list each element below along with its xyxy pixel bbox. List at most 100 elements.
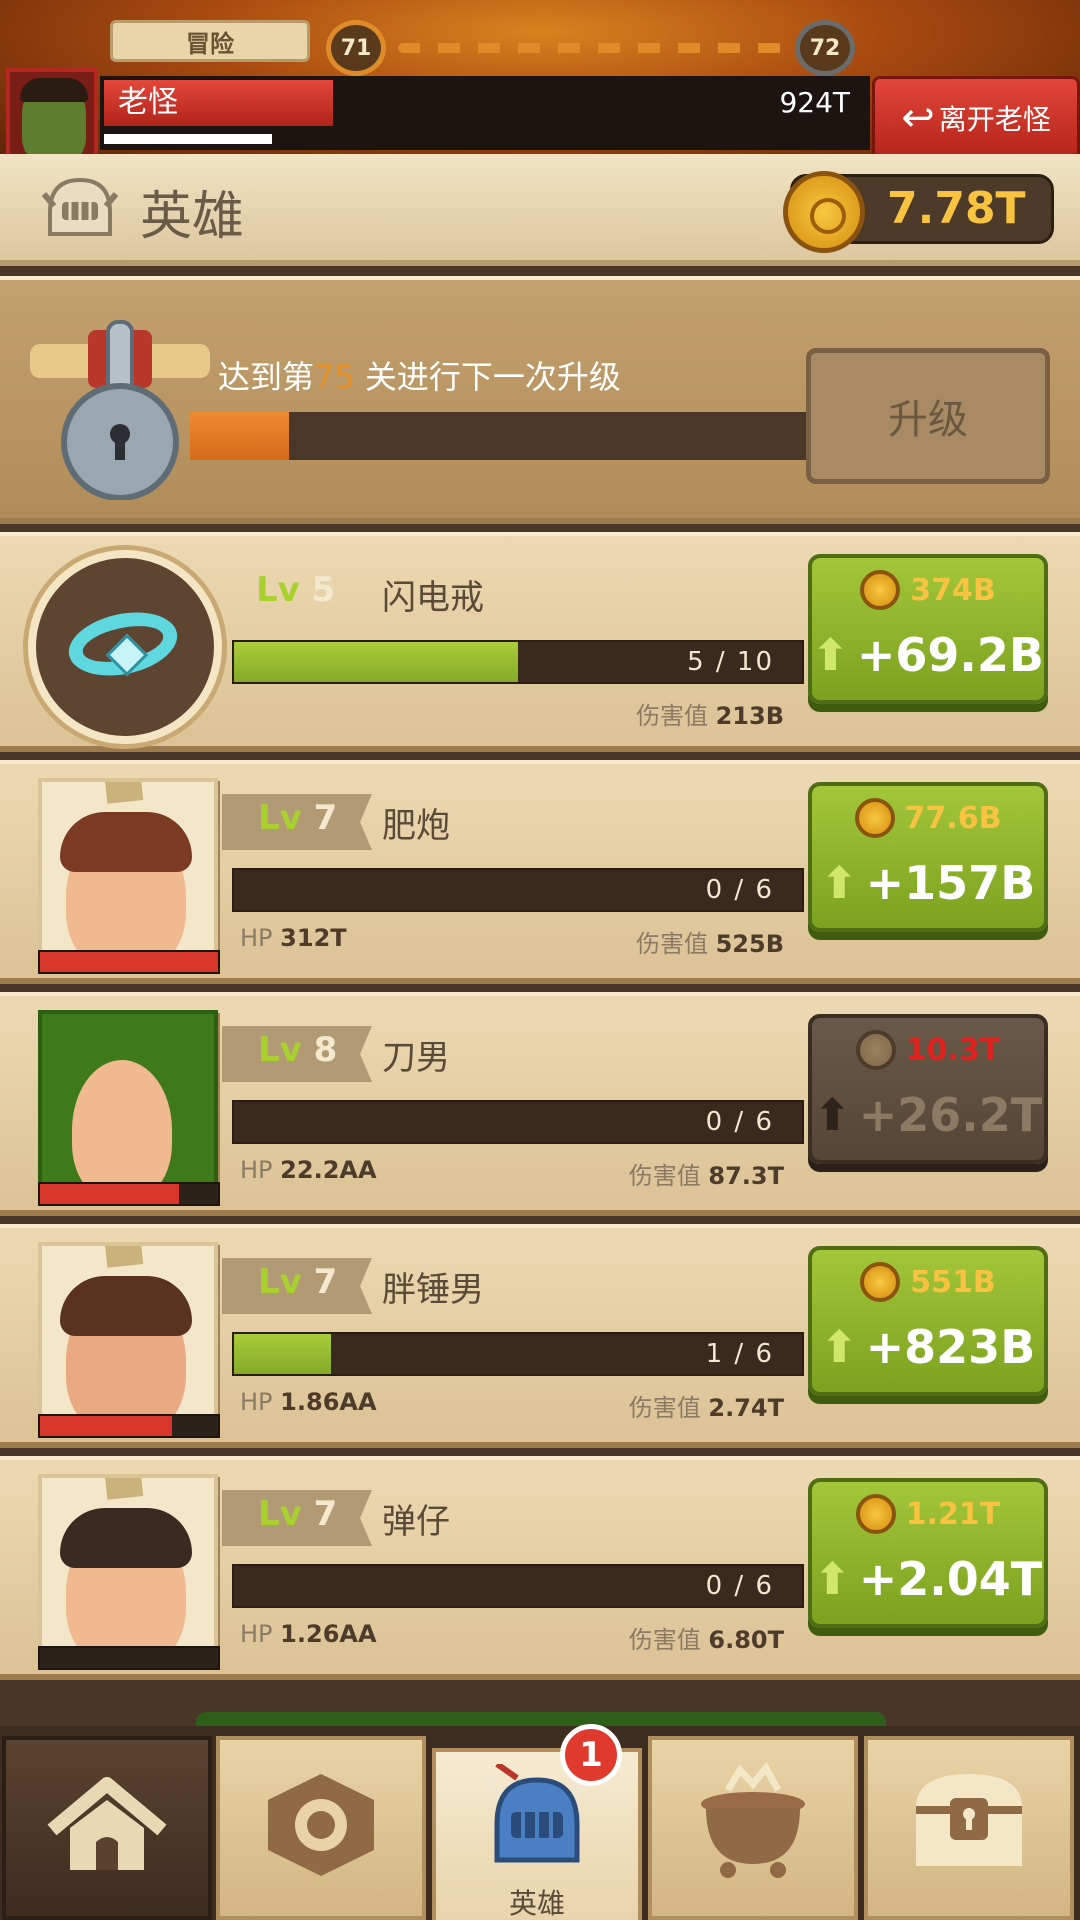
leave-boss-label: 离开老怪: [938, 103, 1051, 136]
lock-icon: [30, 320, 210, 500]
gain-value: +2.04T: [858, 1552, 1043, 1606]
damage-stat: 伤害值 213B: [635, 702, 784, 730]
stage-progress-dots: [398, 43, 788, 53]
hero-card-blade-man: Lv 8 刀男 0 / 6 HP 22.2AA 伤害值 87.3T 10.3T …: [0, 992, 1080, 1216]
level-label: Lv 7: [258, 798, 338, 838]
hero-card-slinger: Lv 7 弹仔 0 / 6 HP 1.26AA 伤害值 6.80T 1.21T …: [0, 1456, 1080, 1680]
gold-coin-icon: [783, 171, 865, 253]
lightning-ring-icon: [28, 550, 222, 744]
progress-count: 0 / 6: [705, 875, 774, 905]
hero-hp-bar: [38, 1646, 220, 1670]
next-upgrade-card: 达到第75 关进行下一次升级 升级: [0, 276, 1080, 524]
hero-card-hammer-man: Lv 7 胖锤男 1 / 6 HP 1.86AA 伤害值 2.74T 551B …: [0, 1224, 1080, 1448]
ring-nav-icon: [268, 1774, 374, 1876]
hero-name: 胖锤男: [382, 1270, 484, 1310]
hero-portrait: [38, 1474, 218, 1664]
level-label: Lv 8: [258, 1030, 338, 1070]
level-progress-bar: 0 / 6: [232, 1100, 804, 1144]
treasure-chest-icon: [916, 1774, 1022, 1866]
level-label: Lv 7: [258, 1494, 338, 1534]
level-progress-bar: 0 / 6: [232, 1564, 804, 1608]
damage-stat: 伤害值 525B: [635, 930, 784, 958]
cost-value: 551B: [910, 1264, 996, 1300]
hp-stat: HP 22.2AA: [240, 1156, 377, 1184]
adventure-bar: 冒险 71 72 老怪 924T ↩ 离开老怪: [0, 0, 1080, 160]
artifact-card-lightning-ring: Lv 5 闪电戒 5 / 10 伤害值 213B 374B ⬆ +69.2B: [0, 532, 1080, 752]
buy-button-disabled[interactable]: 10.3T ⬆ +26.2T: [808, 1014, 1048, 1164]
buy-button[interactable]: 374B ⬆ +69.2B: [808, 554, 1048, 704]
heroes-header: 英雄 7.78T: [0, 154, 1080, 266]
gold-amount: 7.78T: [887, 183, 1026, 234]
home-icon: [47, 1777, 167, 1870]
nav-heroes-label: 英雄: [508, 1887, 565, 1920]
coin-icon: [855, 1494, 896, 1534]
boss-hp-value: 924T: [779, 86, 850, 119]
level-progress-bar: 0 / 6: [232, 868, 804, 912]
upgrade-progress-bar: [190, 412, 810, 460]
cost-value: 1.21T: [905, 1496, 1001, 1532]
coin-icon: [855, 1030, 896, 1070]
coin-icon: [860, 1262, 901, 1302]
damage-stat: 伤害值 6.80T: [628, 1626, 784, 1654]
boss-timer-bar: [104, 134, 272, 144]
hero-portrait: [38, 1010, 218, 1200]
adventure-mode-banner: 冒险: [110, 20, 310, 62]
level-label: Lv 7: [258, 1262, 338, 1302]
hp-stat: HP 1.86AA: [240, 1388, 377, 1416]
notification-badge: 1: [560, 1724, 622, 1786]
nav-home[interactable]: [2, 1736, 212, 1920]
gain-value: +823B: [865, 1320, 1036, 1374]
gold-balance: 7.78T: [783, 171, 1054, 253]
hero-list[interactable]: 达到第75 关进行下一次升级 升级 Lv 5 闪电戒 5 / 10 伤害值 21…: [0, 266, 1080, 1726]
level-progress-bar: 5 / 10: [232, 640, 804, 684]
progress-count: 0 / 6: [705, 1571, 774, 1601]
buy-button[interactable]: 77.6B ⬆ +157B: [808, 782, 1048, 932]
progress-count: 0 / 6: [705, 1107, 774, 1137]
level-label: Lv 5: [256, 570, 336, 610]
up-arrow-icon: ⬆: [813, 1089, 851, 1141]
cauldron-icon: [701, 1761, 805, 1878]
hero-hp-bar: [38, 1414, 220, 1438]
nav-ring[interactable]: [216, 1736, 426, 1920]
coin-icon: [854, 798, 895, 838]
nav-cauldron[interactable]: [648, 1736, 858, 1920]
gain-value: +157B: [865, 856, 1036, 910]
cost-value: 10.3T: [905, 1032, 1001, 1068]
hero-hp-bar: [38, 1182, 220, 1206]
hero-card-fat-cannon: Lv 7 肥炮 0 / 6 HP 312T 伤害值 525B 77.6B ⬆ +1…: [0, 760, 1080, 984]
up-arrow-icon: ⬆: [812, 629, 849, 681]
buy-button[interactable]: 1.21T ⬆ +2.04T: [808, 1478, 1048, 1628]
item-name: 闪电戒: [382, 578, 484, 618]
hero-name: 肥炮: [382, 806, 450, 846]
hero-name: 刀男: [382, 1038, 450, 1078]
up-arrow-icon: ⬆: [820, 1321, 858, 1373]
boss-portrait: [6, 68, 98, 160]
progress-count: 5 / 10: [687, 647, 774, 677]
hp-stat: HP 312T: [240, 924, 347, 952]
upgrade-button[interactable]: 升级: [806, 348, 1050, 484]
game-screen: 冒险 71 72 老怪 924T ↩ 离开老怪 英雄 7.78T 达到第75 关…: [0, 0, 1080, 1920]
hero-portrait: [38, 1242, 218, 1432]
coin-icon: [860, 570, 901, 610]
level-progress-bar: 1 / 6: [232, 1332, 804, 1376]
cost-value: 77.6B: [904, 800, 1002, 836]
hero-hp-bar: [38, 950, 220, 974]
gain-value: +69.2B: [856, 628, 1044, 682]
return-arrow-icon: ↩: [901, 95, 935, 141]
nav-treasure[interactable]: [864, 1736, 1074, 1920]
gain-value: +26.2T: [858, 1088, 1043, 1142]
damage-stat: 伤害值 2.74T: [628, 1394, 784, 1422]
boss-health-bar: 老怪 924T: [100, 76, 870, 150]
upgrade-requirement-text: 达到第75 关进行下一次升级: [218, 358, 621, 396]
buy-button[interactable]: 551B ⬆ +823B: [808, 1246, 1048, 1396]
page-title: 英雄: [140, 187, 245, 247]
hp-stat: HP 1.26AA: [240, 1620, 377, 1648]
cost-value: 374B: [910, 572, 996, 608]
up-arrow-icon: ⬆: [820, 857, 858, 909]
leave-boss-button[interactable]: ↩ 离开老怪: [872, 76, 1080, 160]
hero-name: 弹仔: [382, 1502, 450, 1542]
boss-name: 老怪: [118, 85, 178, 120]
damage-stat: 伤害值 87.3T: [628, 1162, 784, 1190]
current-stage-node: 71: [326, 20, 386, 76]
up-arrow-icon: ⬆: [813, 1553, 851, 1605]
